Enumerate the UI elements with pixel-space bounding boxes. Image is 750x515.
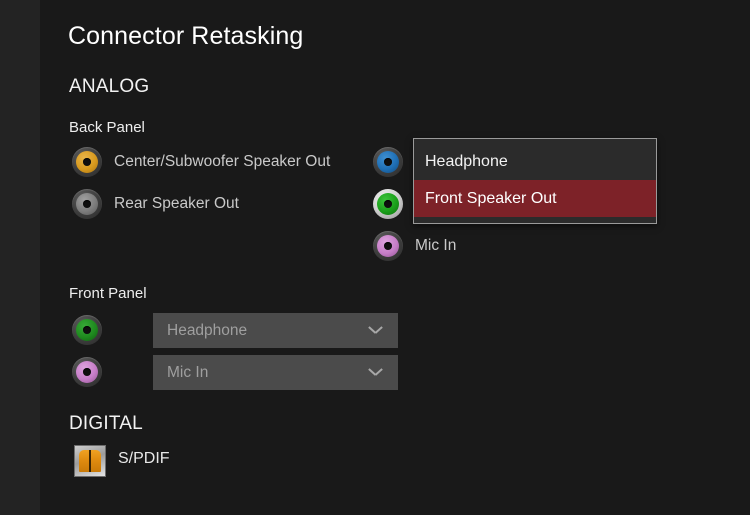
chevron-down-icon[interactable] xyxy=(369,326,382,334)
back-panel-jack-mic-in[interactable] xyxy=(373,231,403,261)
section-header-digital: DIGITAL xyxy=(69,413,143,434)
back-panel-jack-blue[interactable] xyxy=(373,147,403,177)
back-panel-jack-center-subwoofer[interactable] xyxy=(72,147,102,177)
chevron-down-icon[interactable] xyxy=(369,368,382,376)
page-title: Connector Retasking xyxy=(68,22,304,50)
subheader-back-panel: Back Panel xyxy=(69,119,145,136)
front-panel-combo-headphone[interactable]: Headphone xyxy=(153,313,398,348)
back-panel-label-mic-in: Mic In xyxy=(415,237,457,254)
front-panel-combo-headphone-value: Headphone xyxy=(167,322,248,339)
jack-hole xyxy=(384,158,392,166)
front-panel-combo-mic-in-value: Mic In xyxy=(167,364,209,381)
subheader-front-panel: Front Panel xyxy=(69,285,147,302)
back-panel-label-rear-speaker: Rear Speaker Out xyxy=(114,195,239,212)
back-panel-jack-green-active[interactable] xyxy=(373,189,403,219)
front-panel-combo-mic-in[interactable]: Mic In xyxy=(153,355,398,390)
jack-hole xyxy=(83,158,91,166)
jack-hole xyxy=(83,326,91,334)
jack-hole xyxy=(384,242,392,250)
retask-dropdown-menu[interactable]: Headphone Front Speaker Out xyxy=(413,138,657,224)
front-panel-jack-mic-in[interactable] xyxy=(72,357,102,387)
jack-hole xyxy=(384,200,392,208)
dropdown-item-front-speaker-out[interactable]: Front Speaker Out xyxy=(414,180,656,217)
jack-hole xyxy=(83,368,91,376)
spdif-label: S/PDIF xyxy=(118,450,170,467)
left-nav-gutter xyxy=(0,0,40,515)
spdif-optical-port-icon[interactable] xyxy=(74,445,106,477)
jack-hole xyxy=(83,200,91,208)
front-panel-jack-headphone[interactable] xyxy=(72,315,102,345)
spdif-port-body xyxy=(79,450,101,472)
back-panel-jack-rear-speaker[interactable] xyxy=(72,189,102,219)
section-header-analog: ANALOG xyxy=(69,76,150,97)
connector-retasking-page: Connector Retasking ANALOG Back Panel Ce… xyxy=(40,0,750,515)
dropdown-item-headphone[interactable]: Headphone xyxy=(414,143,656,180)
back-panel-label-center-subwoofer: Center/Subwoofer Speaker Out xyxy=(114,153,331,170)
